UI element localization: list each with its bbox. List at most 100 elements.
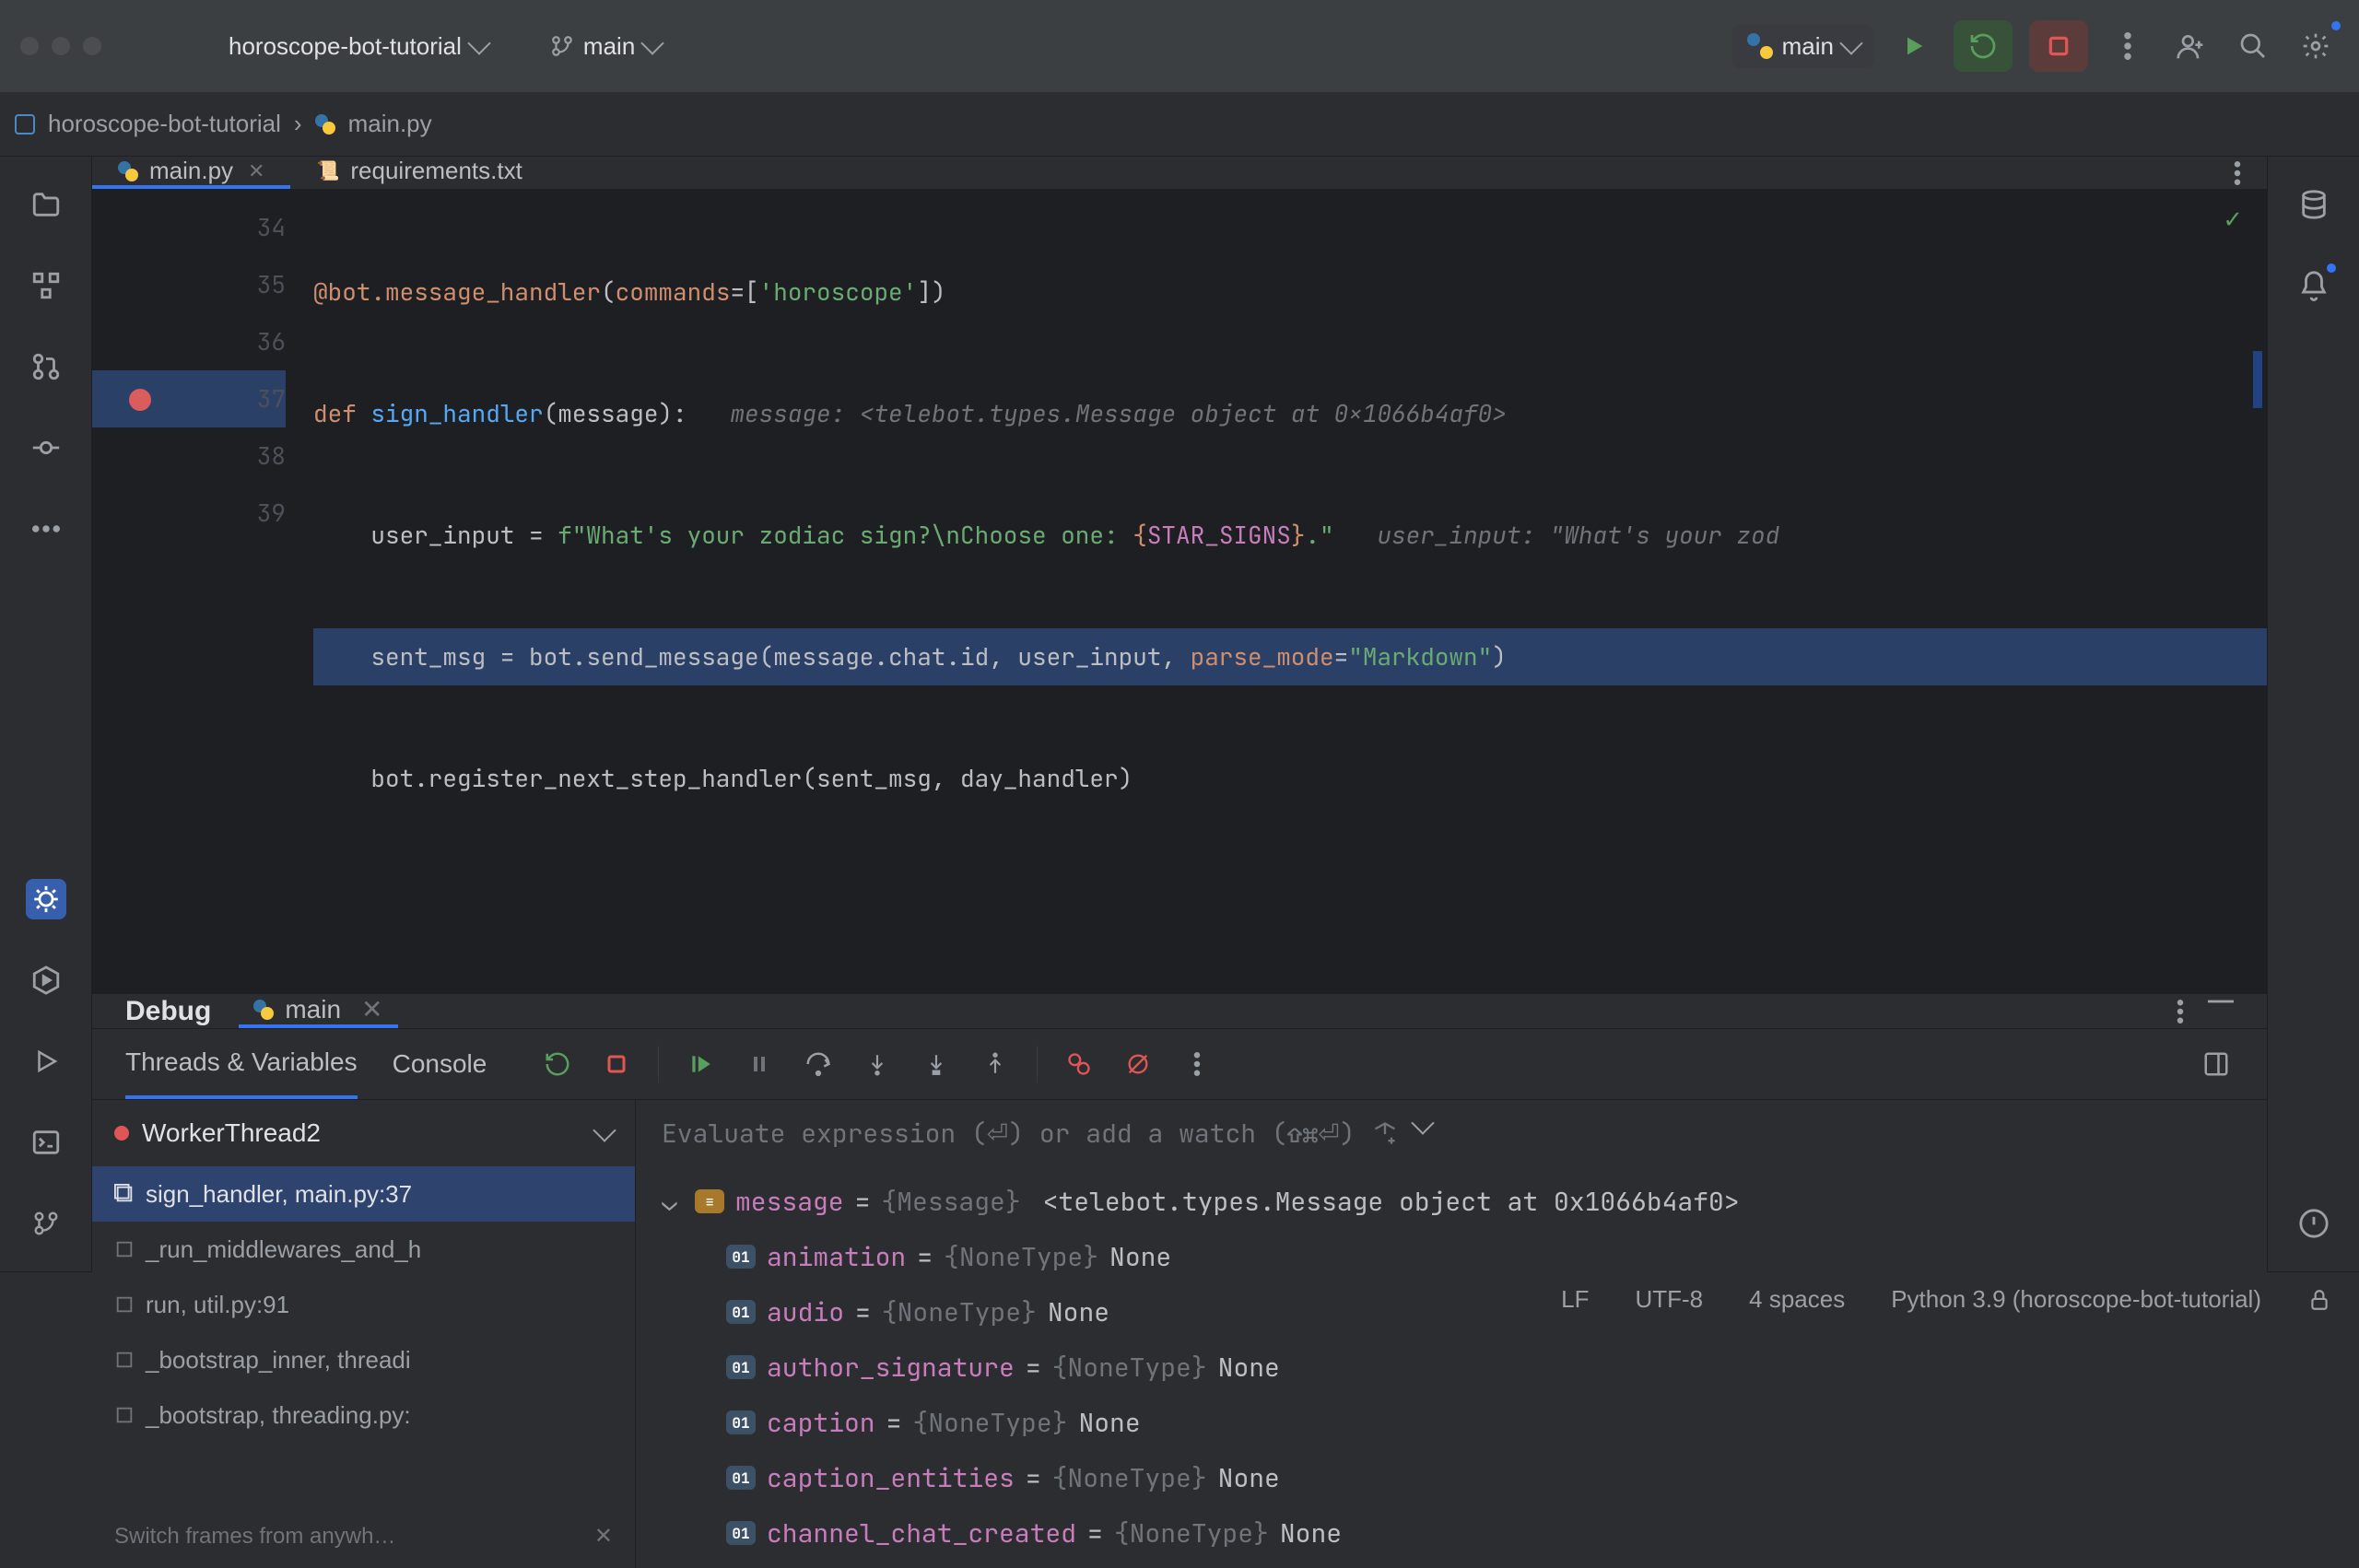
commit-icon [30, 432, 62, 463]
editor[interactable]: 34 35 36 37 38 39 @bot.message_handler(c… [92, 190, 2267, 993]
line-number: 34 [92, 199, 286, 256]
run-configuration[interactable]: main [1732, 25, 1874, 68]
stop-button[interactable] [599, 1047, 634, 1082]
var-item[interactable]: 01 author_signature = {NoneType} None [662, 1340, 2241, 1395]
add-watch-button[interactable] [1372, 1120, 1398, 1146]
frame-item[interactable]: sign_handler, main.py:37 [92, 1166, 635, 1222]
play-outline-icon [32, 1047, 60, 1075]
breadcrumb: horoscope-bot-tutorial › main.py [0, 92, 2359, 157]
frame-item[interactable]: _bootstrap, threading.py: [92, 1387, 635, 1443]
tab-main-py[interactable]: main.py ✕ [92, 157, 290, 189]
frame-item[interactable]: _bootstrap_inner, threadi [92, 1332, 635, 1387]
breadcrumb-file[interactable]: main.py [348, 110, 432, 138]
frame-item[interactable]: run, util.py:91 [92, 1277, 635, 1332]
line-number: 35 [92, 256, 286, 313]
sb-eol[interactable]: LF [1561, 1285, 1589, 1314]
gutter[interactable]: 34 35 36 37 38 39 [92, 190, 313, 993]
frame-item[interactable]: _run_middlewares_and_h [92, 1222, 635, 1277]
step-over-button[interactable] [801, 1047, 836, 1082]
var-item[interactable]: 01 caption_entities = {NoneType} None [662, 1450, 2241, 1505]
code-area[interactable]: @bot.message_handler(commands=['horoscop… [313, 190, 2267, 993]
resume-button[interactable] [683, 1047, 718, 1082]
frames-panel: WorkerThread2 sign_handler, main.py:37 _… [92, 1100, 636, 1568]
var-item[interactable]: 01 channel_chat_created = {NoneType} Non… [662, 1505, 2241, 1561]
run-button[interactable] [1891, 23, 1937, 69]
debug-more-actions[interactable] [1180, 1047, 1215, 1082]
right-tool-strip [2267, 157, 2359, 1271]
structure-tool[interactable] [26, 265, 66, 306]
primitive-badge-icon: 01 [726, 1410, 756, 1434]
settings[interactable] [2293, 23, 2339, 69]
tab-requirements[interactable]: 📜 requirements.txt [290, 157, 547, 189]
var-item[interactable]: 01 caption = {NoneType} None [662, 1395, 2241, 1450]
services-tool[interactable] [26, 960, 66, 1000]
close-icon[interactable]: ✕ [248, 159, 264, 183]
view-breakpoints-button[interactable] [1062, 1047, 1097, 1082]
branch-icon [32, 1210, 60, 1237]
stop-button[interactable] [2029, 20, 2088, 72]
more-actions[interactable] [2105, 23, 2151, 69]
var-root[interactable]: ⌄ ≡ message = {Message} <telebot.types.M… [662, 1174, 2241, 1229]
close-window[interactable] [20, 37, 39, 55]
run-tool[interactable] [26, 1041, 66, 1082]
layout-button[interactable] [2199, 1047, 2234, 1082]
minimize-window[interactable] [52, 37, 70, 55]
terminal-tool[interactable] [26, 1122, 66, 1163]
step-out-icon [983, 1050, 1007, 1078]
threads-vars-tab[interactable]: Threads & Variables [125, 1029, 358, 1099]
step-into-button[interactable] [860, 1047, 895, 1082]
var-item[interactable]: 01 animation = {NoneType} None [662, 1229, 2241, 1284]
kebab-icon [2234, 161, 2241, 185]
branch-icon [550, 34, 574, 58]
step-out-button[interactable] [978, 1047, 1013, 1082]
code-with-me[interactable] [2167, 23, 2213, 69]
maximize-window[interactable] [83, 37, 101, 55]
variable-tree[interactable]: ⌄ ≡ message = {Message} <telebot.types.M… [636, 1166, 2267, 1568]
lock-icon[interactable] [2307, 1288, 2331, 1312]
notifications-tool[interactable] [2294, 265, 2334, 306]
debug-more[interactable] [2177, 1000, 2184, 1024]
more-tool[interactable] [26, 509, 66, 549]
sb-indent[interactable]: 4 spaces [1749, 1285, 1845, 1314]
branch-name: main [583, 32, 635, 61]
bug-icon [30, 883, 62, 915]
commit-tool[interactable] [26, 427, 66, 468]
debug-rerun-button[interactable] [1954, 20, 2013, 72]
breakpoint-icon[interactable] [129, 389, 151, 411]
evaluate-expression[interactable]: Evaluate expression (⏎) or add a watch (… [636, 1100, 2267, 1166]
editor-tabs-more[interactable] [2208, 157, 2267, 189]
debug-minimize[interactable] [2208, 1000, 2234, 1024]
frame-label: sign_handler, main.py:37 [146, 1180, 412, 1209]
rerun-button[interactable] [540, 1047, 575, 1082]
pause-button[interactable] [742, 1047, 777, 1082]
frame-icon [114, 1294, 135, 1315]
console-tab[interactable]: Console [393, 1031, 487, 1097]
object-badge-icon: ≡ [695, 1189, 724, 1213]
search-everywhere[interactable] [2230, 23, 2276, 69]
sb-encoding[interactable]: UTF-8 [1635, 1285, 1703, 1314]
mute-breakpoints-button[interactable] [1121, 1047, 1156, 1082]
vcs-branch[interactable]: main [550, 32, 661, 61]
debug-tool[interactable] [26, 879, 66, 919]
vcs-tool[interactable] [26, 346, 66, 387]
window-controls [20, 37, 101, 55]
database-tool[interactable] [2294, 184, 2334, 225]
analysis-ok-icon[interactable]: ✓ [2223, 203, 2243, 235]
expand-icon[interactable]: ⌄ [662, 1185, 684, 1219]
project-selector[interactable]: horoscope-bot-tutorial [229, 32, 487, 61]
close-icon[interactable]: ✕ [594, 1523, 613, 1550]
expand-eval-button[interactable] [1414, 1120, 1431, 1146]
sb-interpreter[interactable]: Python 3.9 (horoscope-bot-tutorial) [1891, 1285, 2261, 1314]
git-tool[interactable] [26, 1203, 66, 1244]
close-icon[interactable]: ✕ [361, 994, 382, 1024]
step-into-my-button[interactable] [919, 1047, 954, 1082]
kebab-icon [2124, 32, 2131, 60]
mute-breakpoints-icon [1125, 1051, 1151, 1077]
problems-tool[interactable] [2294, 1203, 2334, 1244]
debug-session-tab[interactable]: main ✕ [239, 994, 397, 1028]
thread-selector[interactable]: WorkerThread2 [92, 1100, 635, 1166]
rerun-icon [1968, 31, 1998, 61]
line-number: 37 [92, 370, 286, 427]
breadcrumb-project[interactable]: horoscope-bot-tutorial [48, 110, 281, 138]
project-tool[interactable] [26, 184, 66, 225]
